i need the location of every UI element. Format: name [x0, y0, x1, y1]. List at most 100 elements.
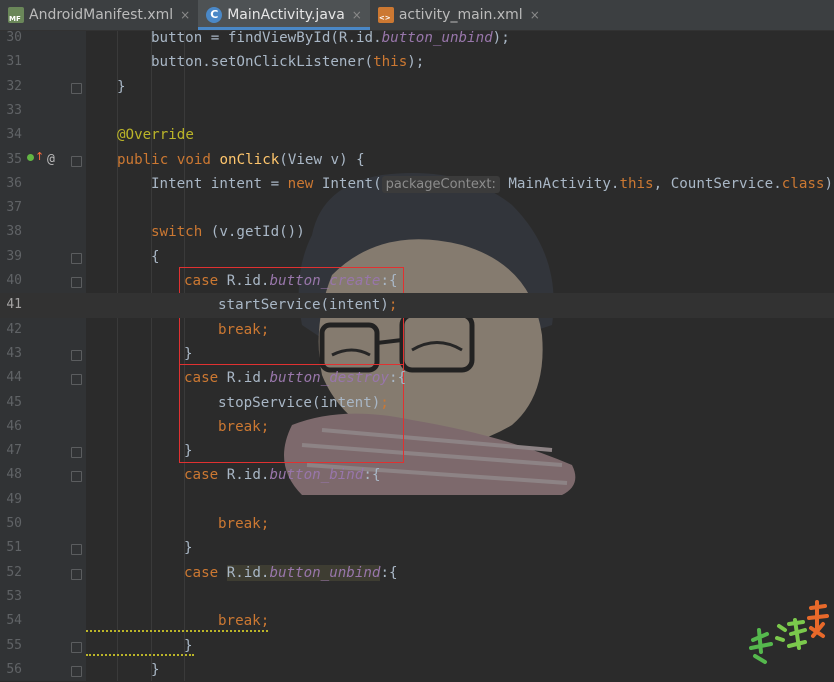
- code-line[interactable]: 53: [0, 585, 834, 609]
- code-text: break;: [218, 418, 270, 435]
- line-number: 49: [6, 491, 22, 507]
- code-text: }: [184, 345, 193, 362]
- java-class-icon: [206, 7, 223, 23]
- fold-marker-icon[interactable]: [71, 277, 82, 288]
- tab-label: MainActivity.java: [227, 7, 345, 23]
- line-number: 56: [6, 661, 22, 677]
- parameter-hint: packageContext:: [381, 175, 500, 193]
- line-number: 32: [6, 78, 22, 94]
- close-icon[interactable]: ×: [180, 8, 190, 22]
- fold-marker-icon[interactable]: [71, 665, 82, 677]
- override-method-icon[interactable]: ↑: [27, 150, 44, 163]
- line-number: 30: [6, 30, 22, 45]
- fold-marker-icon[interactable]: [71, 252, 82, 264]
- annotation-at-icon: @: [47, 151, 55, 167]
- close-icon[interactable]: ×: [530, 8, 540, 22]
- code-text: Intent intent = new Intent(packageContex…: [151, 175, 834, 193]
- line-number: 43: [6, 345, 22, 361]
- line-number: 44: [6, 370, 22, 386]
- code-text: }: [117, 78, 126, 95]
- code-text: }: [151, 661, 160, 678]
- code-text: button = findViewById(R.id.button_unbind…: [151, 30, 510, 46]
- fold-marker-icon[interactable]: [71, 471, 82, 483]
- code-line[interactable]: 48 case R.id.button_bind:{: [0, 463, 834, 487]
- code-text: @Override: [117, 127, 194, 144]
- fold-marker-icon[interactable]: [71, 568, 82, 580]
- line-number: 31: [6, 54, 22, 70]
- code-line[interactable]: 31 button.setOnClickListener(this);: [0, 50, 834, 74]
- code-line[interactable]: 45 stopService(intent);: [0, 391, 834, 415]
- line-number: 54: [6, 613, 22, 629]
- close-icon[interactable]: ×: [352, 8, 362, 22]
- line-number: 46: [6, 418, 22, 434]
- code-text: break;: [218, 321, 270, 338]
- code-line[interactable]: 42 break;: [0, 318, 834, 342]
- fold-marker-icon[interactable]: [71, 641, 82, 653]
- line-number: 38: [6, 224, 22, 240]
- code-line[interactable]: 37: [0, 196, 834, 220]
- code-text: {: [151, 248, 160, 265]
- watermark-logo: [749, 600, 829, 664]
- fold-marker-icon[interactable]: [71, 374, 82, 386]
- code-text: startService(intent);: [218, 297, 398, 314]
- code-line[interactable]: 47 }: [0, 439, 834, 463]
- line-number: 47: [6, 443, 22, 459]
- code-line[interactable]: 35 ↑ @ public void onClick(View v) {: [0, 148, 834, 172]
- line-number: 35: [6, 151, 22, 167]
- code-line[interactable]: 44 case R.id.button_destroy:{: [0, 366, 834, 390]
- code-text: case R.id.button_bind:{: [184, 467, 381, 484]
- code-line[interactable]: 56 }: [0, 658, 834, 682]
- code-text: }: [184, 540, 193, 557]
- code-text: break;: [218, 516, 270, 532]
- line-number: 36: [6, 175, 22, 191]
- tab-label: AndroidManifest.xml: [29, 7, 174, 23]
- fold-marker-icon[interactable]: [71, 155, 82, 167]
- warning-underline: [86, 628, 268, 632]
- line-number: 34: [6, 127, 22, 143]
- line-number: 45: [6, 394, 22, 410]
- fold-marker-icon[interactable]: [71, 349, 82, 361]
- code-line[interactable]: 52 case R.id.button_unbind:{: [0, 561, 834, 585]
- code-text: case R.id.button_destroy:{: [184, 370, 407, 387]
- code-line[interactable]: 51 }: [0, 536, 834, 560]
- code-line[interactable]: 39 {: [0, 245, 834, 269]
- tab-label: activity_main.xml: [398, 7, 523, 23]
- line-number: 53: [6, 588, 22, 604]
- code-line[interactable]: 30 button = findViewById(R.id.button_unb…: [0, 26, 834, 50]
- code-text: }: [184, 443, 193, 460]
- xml-file-icon: [377, 7, 394, 23]
- code-text: switch (v.getId()): [151, 224, 305, 241]
- code-line[interactable]: 43 }: [0, 342, 834, 366]
- line-number: 50: [6, 516, 22, 531]
- fold-marker-icon[interactable]: [71, 447, 82, 459]
- code-text: button.setOnClickListener(this);: [151, 54, 425, 71]
- line-number: 48: [6, 467, 22, 483]
- line-number: 42: [6, 321, 22, 337]
- code-line[interactable]: 50 break;: [0, 512, 834, 536]
- line-number: 51: [6, 540, 22, 556]
- code-line[interactable]: 46 break;: [0, 415, 834, 439]
- warning-underline: [86, 652, 194, 656]
- line-number: 55: [6, 637, 22, 653]
- code-line[interactable]: 49: [0, 488, 834, 512]
- line-number: 52: [6, 564, 22, 580]
- code-text: case R.id.button_unbind:{: [184, 564, 398, 581]
- code-text: stopService(intent);: [218, 394, 389, 411]
- code-line[interactable]: 36 Intent intent = new Intent(packageCon…: [0, 172, 834, 196]
- code-line[interactable]: 33: [0, 99, 834, 123]
- code-line[interactable]: 32 }: [0, 75, 834, 99]
- code-line-current[interactable]: 41 startService(intent);: [0, 293, 834, 318]
- code-line[interactable]: 34 @Override: [0, 123, 834, 147]
- manifest-file-icon: [8, 7, 24, 23]
- code-text: public void onClick(View v) {: [117, 151, 365, 168]
- code-line[interactable]: 40 case R.id.button_create:{: [0, 269, 834, 293]
- fold-marker-icon[interactable]: [71, 544, 82, 556]
- line-number: 41: [6, 297, 22, 313]
- line-number: 33: [6, 102, 22, 118]
- line-number: 40: [6, 273, 22, 288]
- code-line[interactable]: 38 switch (v.getId()): [0, 220, 834, 244]
- fold-marker-icon[interactable]: [71, 82, 82, 94]
- code-text: case R.id.button_create:{: [184, 273, 398, 289]
- line-number: 39: [6, 248, 22, 264]
- line-number: 37: [6, 200, 22, 216]
